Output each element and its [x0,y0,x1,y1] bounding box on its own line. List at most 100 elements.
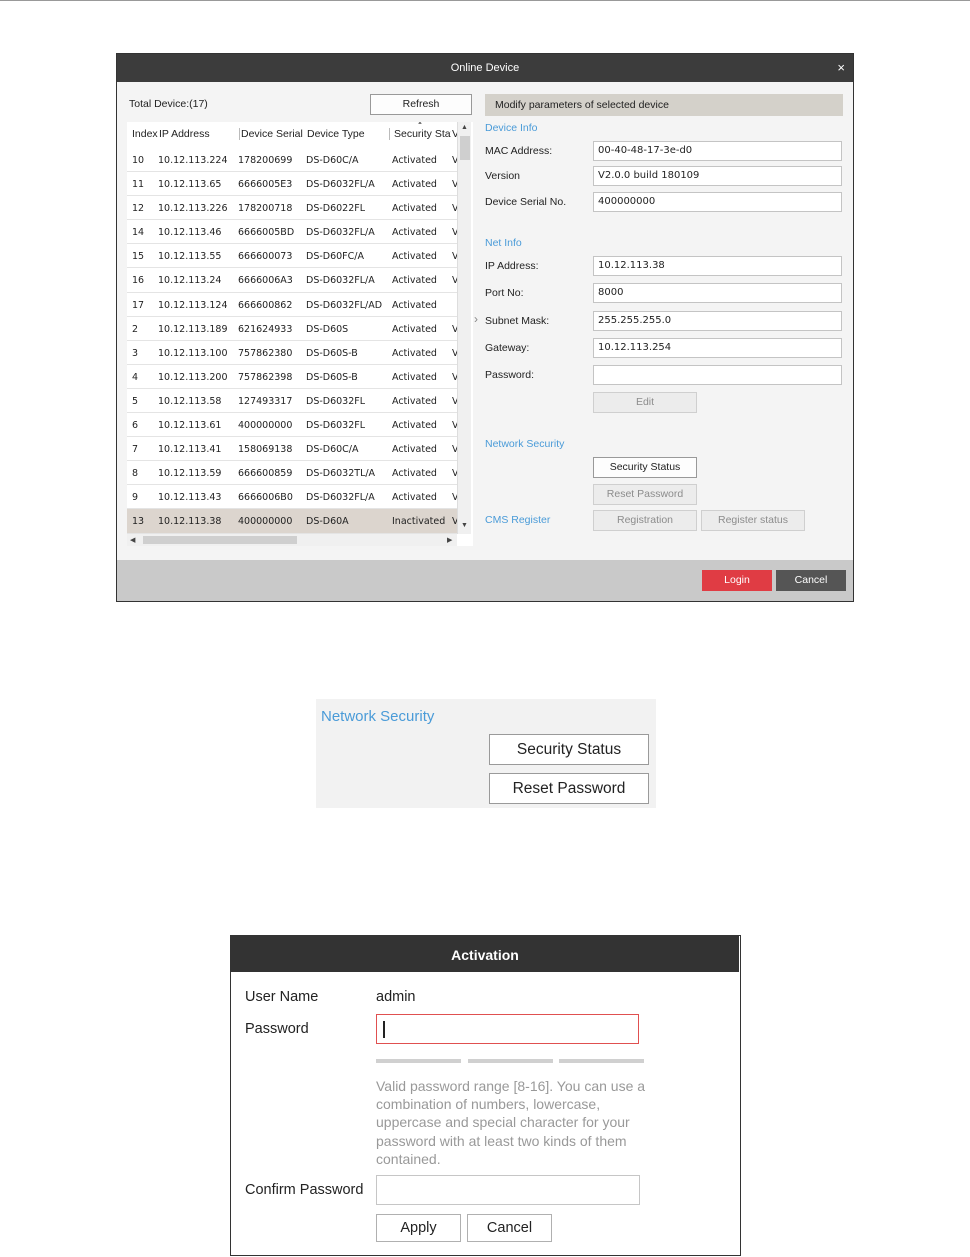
vertical-scroll-thumb[interactable] [460,136,470,160]
ip-label: IP Address: [485,260,539,272]
apply-button[interactable]: Apply [376,1214,461,1242]
cell-security: Activated [392,492,437,504]
cell-index: 8 [132,468,139,480]
cell-security: Activated [392,371,437,383]
refresh-button[interactable]: Refresh [370,94,472,115]
reset-password-button-zoom[interactable]: Reset Password [489,773,649,804]
activation-password-input[interactable] [376,1014,639,1044]
strength-bar-strong [559,1059,644,1063]
register-status-button[interactable]: Register status [701,510,805,531]
cell-ip: 10.12.113.38 [158,516,222,528]
table-row[interactable]: 3 10.12.113.100 757862380 DS-D60S-B Activate… [127,341,458,365]
cell-security: Activated [392,444,437,456]
login-button[interactable]: Login [702,570,772,591]
table-row[interactable]: 8 10.12.113.59 666600859 DS-D6032TL/A Activa… [127,461,458,486]
scroll-down-icon[interactable]: ▼ [461,522,468,529]
column-header-security[interactable]: Security Status [389,128,451,140]
table-row[interactable]: 4 10.12.113.200 757862398 DS-D60S-B Activate… [127,365,458,389]
table-row[interactable]: 10 10.12.113.224 178200699 DS-D60C/A Activat… [127,148,458,173]
strength-bar-medium [468,1059,553,1063]
column-header-type[interactable]: Device Type [307,128,389,140]
cell-security: Activated [392,323,437,335]
cell-type: DS-D60S-B [306,371,358,383]
cell-index: 13 [132,516,145,528]
activation-cancel-button[interactable]: Cancel [467,1214,552,1242]
table-row[interactable]: 9 10.12.113.43 6666006B0 DS-D6032FL/A Activa… [127,485,458,510]
column-header-ip[interactable]: IP Address [159,128,235,140]
activation-password-label: Password [245,1021,309,1037]
cell-security: Activated [392,179,437,191]
gateway-label: Gateway: [485,342,530,354]
cell-index: 7 [132,444,139,456]
column-header-index[interactable]: Index [132,128,158,140]
cell-ip: 10.12.113.100 [158,347,228,359]
cell-type: DS-D6032FL/AD [306,299,383,311]
edit-button[interactable]: Edit [593,392,697,413]
close-icon[interactable]: × [837,54,845,82]
cell-index: 17 [132,299,145,311]
mac-label: MAC Address: [485,145,553,157]
password-label: Password: [485,369,535,381]
horizontal-scroll-thumb[interactable] [143,536,297,544]
network-security-title: Network Security [321,708,435,725]
cell-index: 4 [132,371,139,383]
table-row[interactable]: 7 10.12.113.41 158069138 DS-D60C/A Activated… [127,437,458,462]
table-row[interactable]: 2 10.12.113.189 621624933 DS-D60S Activated V [127,317,458,341]
dialog-title: Online Device [117,54,853,82]
cell-index: 14 [132,227,145,239]
serial-label: Device Serial No. [485,196,567,208]
cell-serial: 6666005BD [238,227,295,239]
mac-field[interactable]: 00-40-48-17-3e-d0 [593,141,842,161]
subnet-mask-field[interactable]: 255.255.255.0 [593,311,842,331]
sort-caret-icon: ▲ [417,122,423,126]
network-security-zoom: Network Security Security Status Reset P… [316,699,656,808]
password-hint: Valid password range [8-16]. You can use… [376,1078,646,1167]
scroll-up-icon[interactable]: ▲ [461,124,468,131]
serial-field[interactable]: 400000000 [593,192,842,212]
cell-type: DS-D6032FL/A [306,179,375,191]
reset-password-button[interactable]: Reset Password [593,484,697,505]
cell-serial: 666600859 [238,468,293,480]
ip-field[interactable]: 10.12.113.38 [593,256,842,276]
table-row[interactable]: 6 10.12.113.61 400000000 DS-D6032FL Activate… [127,413,458,438]
cell-index: 5 [132,395,139,407]
table-row[interactable]: 13 10.12.113.38 400000000 DS-D60A Inactivate… [127,509,458,534]
column-header-serial[interactable]: Device Serial [239,128,307,140]
cell-type: DS-D60C/A [306,155,359,166]
cell-index: 9 [132,492,139,504]
table-row[interactable]: 17 10.12.113.124 666600862 DS-D6032FL/AD Act… [127,293,457,317]
total-device-count: Total Device:(17) [129,98,208,110]
cell-ip: 10.12.113.58 [158,395,222,407]
version-field[interactable]: V2.0.0 build 180109 [593,166,842,186]
panel-header: Modify parameters of selected device [485,94,843,116]
table-row[interactable]: 15 10.12.113.55 666600073 DS-D60FC/A Activat… [127,244,458,269]
collapse-panel-icon[interactable]: › [474,312,478,326]
security-status-button-zoom[interactable]: Security Status [489,734,649,765]
confirm-password-input[interactable] [376,1175,640,1205]
table-row[interactable]: 14 10.12.113.46 6666005BD DS-D6032FL/A Activ… [127,220,458,245]
table-row[interactable]: 16 10.12.113.24 6666006A3 DS-D6032FL/A Activ… [127,268,458,293]
table-row[interactable]: 12 10.12.113.226 178200718 DS-D6022FL Activa… [127,196,458,221]
scroll-right-icon[interactable]: ▶ [447,536,452,544]
registration-button[interactable]: Registration [593,510,697,531]
cell-security: Activated [392,251,437,263]
cell-ip: 10.12.113.41 [158,444,222,456]
vertical-scrollbar[interactable]: ▲ ▼ [457,122,471,534]
cell-security: Activated [392,299,437,311]
cell-type: DS-D60S [306,323,349,335]
cell-ip: 10.12.113.226 [158,203,228,215]
horizontal-scrollbar[interactable]: ◀ ▶ [127,534,457,546]
security-status-button[interactable]: Security Status [593,457,697,478]
port-field[interactable]: 8000 [593,283,842,303]
cell-serial: 621624933 [238,323,293,335]
table-row[interactable]: 5 10.12.113.58 127493317 DS-D6032FL Activate… [127,389,458,414]
cell-serial: 6666005E3 [238,179,293,191]
cancel-button[interactable]: Cancel [776,570,846,591]
gateway-field[interactable]: 10.12.113.254 [593,338,842,358]
password-field[interactable] [593,365,842,385]
table-row[interactable]: 11 10.12.113.65 6666005E3 DS-D6032FL/A Activ… [127,172,458,197]
cell-security: Activated [392,395,437,407]
cell-type: DS-D6032FL/A [306,492,375,504]
cell-ip: 10.12.113.55 [158,251,222,263]
scroll-left-icon[interactable]: ◀ [130,536,135,544]
